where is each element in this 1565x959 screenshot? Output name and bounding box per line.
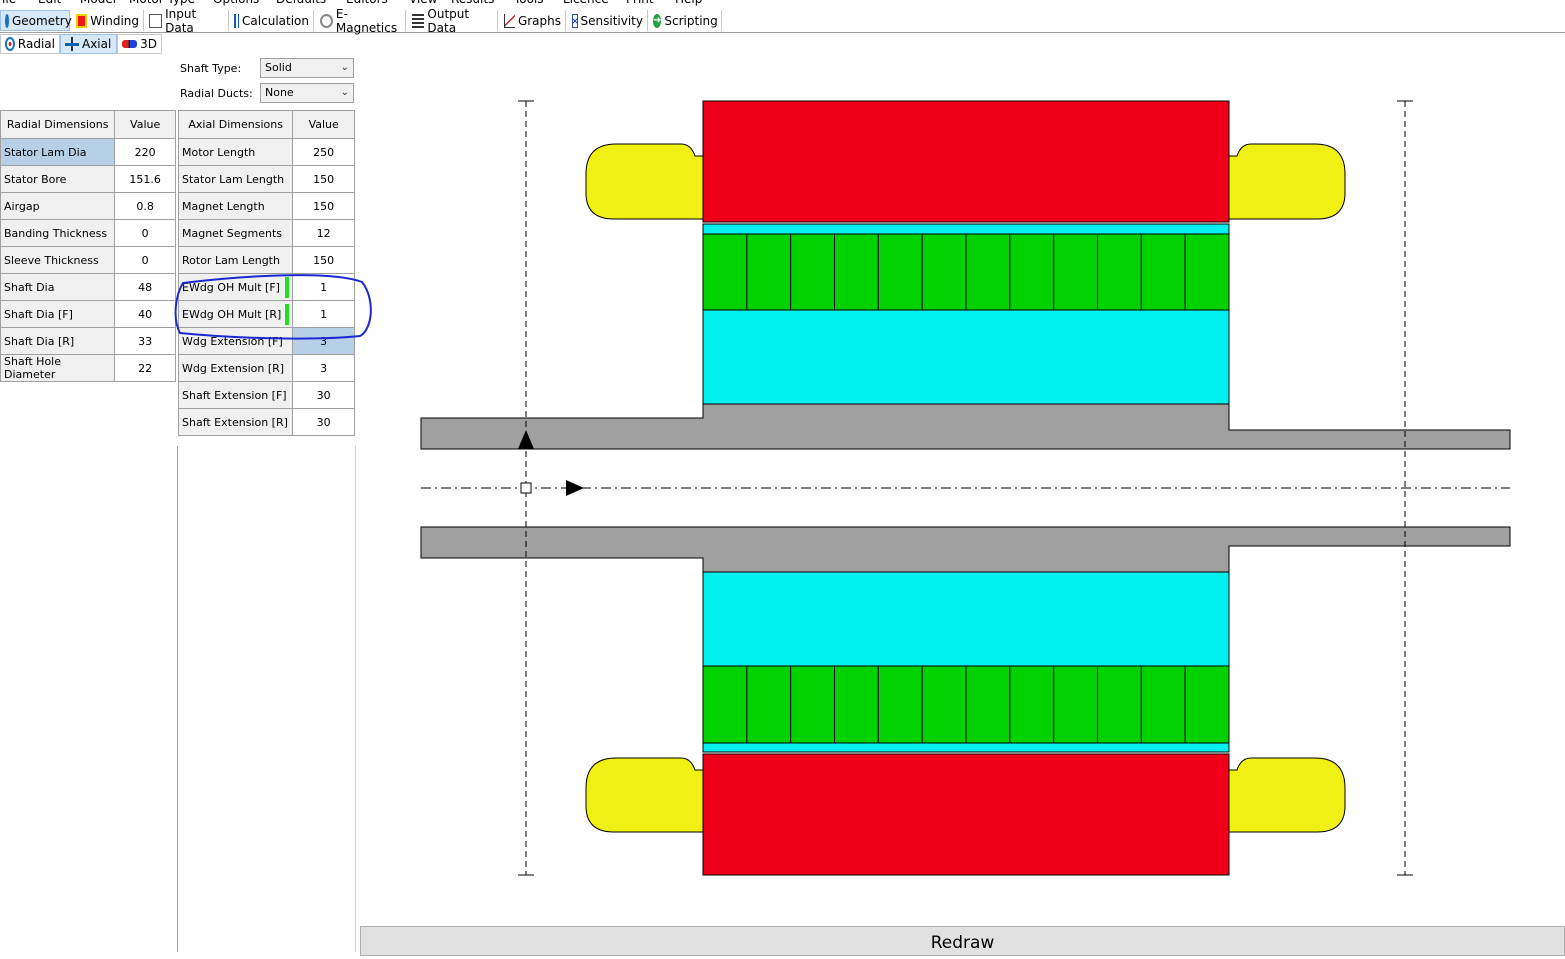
annotation-highlight: [174, 274, 372, 340]
